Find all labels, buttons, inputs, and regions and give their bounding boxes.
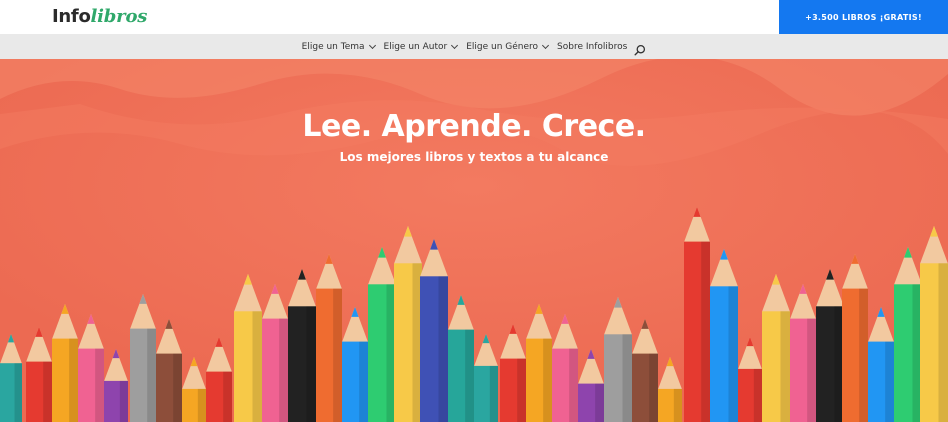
pencil-shade bbox=[859, 288, 868, 422]
pencil-shade bbox=[223, 371, 232, 422]
hero-title: Lee. Aprende. Crece. bbox=[302, 109, 646, 144]
nav-item-sobre[interactable]: Sobre Infolibros bbox=[557, 42, 627, 52]
free-books-button[interactable]: +3.500 LIBROS ¡GRATIS! bbox=[779, 0, 948, 34]
pencil-shade bbox=[938, 263, 948, 422]
hero-banner: Lee. Aprende. Crece. Los mejores libros … bbox=[0, 59, 948, 422]
chevron-down-icon bbox=[368, 41, 376, 49]
pencil-shade bbox=[595, 383, 604, 422]
pencil-shade bbox=[569, 348, 578, 422]
pencil-shade bbox=[885, 341, 894, 422]
chevron-down-icon bbox=[451, 41, 459, 49]
logo-text-libros: libros bbox=[90, 6, 148, 27]
pencil-shade bbox=[306, 306, 316, 422]
pencil-shade bbox=[517, 358, 526, 422]
pencil-shade bbox=[147, 328, 156, 422]
search-icon[interactable] bbox=[634, 41, 646, 56]
pencil-shade bbox=[753, 368, 762, 422]
pencil-shade bbox=[780, 311, 790, 422]
pencil-shade bbox=[649, 353, 658, 422]
pencil-shade bbox=[807, 318, 816, 422]
nav-item-tema[interactable]: Elige un Tema bbox=[301, 41, 376, 52]
pencil-shade bbox=[701, 241, 710, 422]
pencil-shade bbox=[14, 363, 22, 422]
pencil-shade bbox=[465, 329, 474, 422]
nav-item-label: Elige un Tema bbox=[301, 41, 365, 52]
pencil-shade bbox=[252, 311, 262, 422]
pencil-shade bbox=[43, 361, 52, 422]
pencil-shade bbox=[438, 276, 448, 422]
logo-text-info: Info bbox=[52, 6, 91, 27]
nav-item-autor[interactable]: Elige un Autor bbox=[383, 41, 459, 52]
pencil-shade bbox=[543, 338, 552, 422]
nav-item-label: Elige un Género bbox=[466, 41, 539, 52]
main-navigation: Elige un Tema Elige un Autor Elige un Gé… bbox=[0, 34, 948, 59]
nav-item-label: Elige un Autor bbox=[383, 41, 448, 52]
pencil-shade bbox=[69, 338, 78, 422]
pencil-shade bbox=[728, 286, 738, 422]
pencil-shade bbox=[673, 388, 682, 422]
pencil-shade bbox=[279, 318, 288, 422]
pencil-shade bbox=[119, 380, 128, 422]
pencil-shade bbox=[95, 348, 104, 422]
pencil-shade bbox=[173, 353, 182, 422]
top-header: Info libros +3.500 LIBROS ¡GRATIS! bbox=[0, 0, 948, 34]
main-navigation-bar: Elige un Tema Elige un Autor Elige un Gé… bbox=[0, 34, 948, 59]
site-logo[interactable]: Info libros bbox=[52, 6, 147, 30]
chevron-down-icon bbox=[542, 41, 550, 49]
pencil-shade bbox=[333, 288, 342, 422]
pencil-shade bbox=[489, 365, 498, 422]
hero-subtitle: Los mejores libros y textos a tu alcance bbox=[339, 150, 609, 164]
nav-item-genero[interactable]: Elige un Género bbox=[466, 41, 550, 52]
pencil-shade bbox=[197, 388, 206, 422]
pencil-shade bbox=[359, 341, 368, 422]
nav-item-label: Sobre Infolibros bbox=[557, 41, 628, 52]
pencil-shade bbox=[622, 334, 632, 422]
